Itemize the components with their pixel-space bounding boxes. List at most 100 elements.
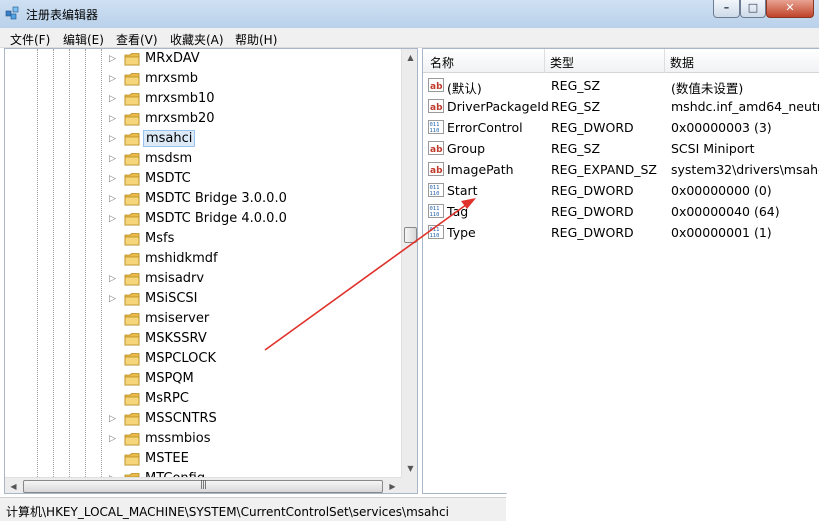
tree-item[interactable]: ▷ MSSCNTRS (5, 409, 401, 429)
binary-value-icon: 011110 (428, 120, 444, 134)
tree-horizontal-scrollbar[interactable]: ◀ ||| ▶ (5, 477, 401, 493)
tree-item[interactable]: MSPCLOCK (5, 349, 401, 369)
binary-value-icon: 011110 (428, 183, 444, 197)
tree-item[interactable]: ▷ mrxsmb (5, 69, 401, 89)
tree-item[interactable]: MSTEE (5, 449, 401, 469)
tree-item-label: MSDTC (145, 171, 191, 186)
tree-item[interactable]: mshidkmdf (5, 249, 401, 269)
svg-text:ab: ab (430, 166, 443, 176)
tree-horizontal-scroll-thumb[interactable]: ||| (23, 480, 383, 493)
value-row[interactable]: 011 110 Type REG_DWORD 0x00000001 (1) (423, 222, 819, 243)
tree-item-label: MSDTC Bridge 4.0.0.0 (145, 211, 287, 226)
menu-view[interactable]: 查看(V) (116, 31, 158, 48)
expand-arrow-icon[interactable]: ▷ (109, 114, 117, 124)
expand-arrow-icon[interactable]: ▷ (109, 94, 117, 104)
expand-arrow-icon[interactable]: ▷ (109, 54, 117, 64)
column-divider[interactable] (664, 49, 665, 73)
tree-item[interactable]: ▷ MSDTC Bridge 3.0.0.0 (5, 189, 401, 209)
expand-arrow-icon[interactable]: ▷ (109, 194, 117, 204)
expand-arrow-icon[interactable]: ▷ (109, 74, 117, 84)
expand-arrow-icon[interactable]: ▷ (109, 154, 117, 164)
svg-text:ab: ab (430, 82, 443, 92)
binary-value-icon: 011110 (428, 225, 444, 239)
column-divider[interactable] (544, 49, 545, 73)
tree-item[interactable]: MSKSSRV (5, 329, 401, 349)
value-row[interactable]: 011 110 Tag REG_DWORD 0x00000040 (64) (423, 201, 819, 222)
tree-item-label: mssmbios (145, 431, 211, 446)
value-name: Group (447, 141, 486, 156)
tree-item-label: MSPCLOCK (145, 351, 216, 366)
svg-text:110: 110 (430, 233, 440, 239)
expand-arrow-icon[interactable]: ▷ (109, 434, 117, 444)
value-type: REG_SZ (551, 99, 601, 114)
tree-vertical-scrollbar[interactable]: ▲ ▼ (401, 49, 417, 477)
tree-item[interactable]: ▷ msahci (5, 129, 401, 149)
registry-tree[interactable]: ▷ MRxDAV ▷ mrxsmb ▷ mrxsmb10 ▷ mrxsmb20 ▷ msahci ▷… (4, 48, 418, 494)
status-path: 计算机\HKEY_LOCAL_MACHINE\SYSTEM\CurrentCon… (6, 505, 449, 519)
close-button[interactable]: ✕ (766, 0, 814, 18)
value-type: REG_EXPAND_SZ (551, 162, 657, 177)
tree-item-label: msahci (143, 130, 196, 147)
tree-item-label: Msfs (145, 231, 175, 246)
column-header-name[interactable]: 名称 (430, 54, 454, 71)
string-value-icon: ab (428, 78, 444, 92)
expand-arrow-icon[interactable]: ▷ (109, 414, 117, 424)
tree-item[interactable]: ▷ mssmbios (5, 429, 401, 449)
value-row[interactable]: 011 110 ErrorControl REG_DWORD 0x00000003 (3… (423, 117, 819, 138)
tree-item[interactable]: MsRPC (5, 389, 401, 409)
tree-item[interactable]: ▷ MRxDAV (5, 49, 401, 69)
scroll-up-icon[interactable]: ▲ (402, 49, 417, 66)
expand-arrow-icon[interactable]: ▷ (109, 274, 117, 284)
tree-item-label: msisadrv (145, 271, 205, 286)
column-header-data[interactable]: 数据 (670, 54, 694, 71)
svg-text:110: 110 (430, 191, 440, 197)
column-header-type[interactable]: 类型 (550, 54, 574, 71)
tree-item-label: MRxDAV (145, 51, 200, 66)
tree-item[interactable]: Msfs (5, 229, 401, 249)
menu-help[interactable]: 帮助(H) (235, 31, 277, 48)
value-name: DriverPackageId (447, 99, 549, 114)
close-icon: ✕ (785, 1, 795, 14)
tree-item[interactable]: ▷ MSDTC (5, 169, 401, 189)
value-row[interactable]: ab ImagePath REG_EXPAND_SZ system32\drivers… (423, 159, 819, 180)
value-data: 0x00000000 (0) (671, 183, 772, 198)
tree-item[interactable]: ▷ mrxsmb10 (5, 89, 401, 109)
scroll-down-icon[interactable]: ▼ (402, 460, 417, 477)
tree-item[interactable]: ▷ mrxsmb20 (5, 109, 401, 129)
values-list[interactable]: 名称 类型 数据 ab (默认) REG_SZ (数值未设置) ab DriverPack… (422, 48, 819, 494)
tree-item[interactable]: ▷ msisadrv (5, 269, 401, 289)
value-name: Start (447, 183, 478, 198)
tree-item-label: mshidkmdf (145, 251, 218, 266)
folder-icon (124, 213, 140, 226)
tree-item-label: MSSCNTRS (145, 411, 217, 426)
folder-icon (124, 433, 140, 446)
value-row[interactable]: 011 110 Start REG_DWORD 0x00000000 (0) (423, 180, 819, 201)
list-header: 名称 类型 数据 (423, 49, 819, 73)
expand-arrow-icon[interactable]: ▷ (109, 294, 117, 304)
menu-edit[interactable]: 编辑(E) (63, 31, 104, 48)
value-type: REG_DWORD (551, 225, 634, 240)
expand-arrow-icon[interactable]: ▷ (109, 174, 117, 184)
value-row[interactable]: ab Group REG_SZ SCSI Miniport (423, 138, 819, 159)
menu-favorites[interactable]: 收藏夹(A) (170, 31, 224, 48)
tree-item[interactable]: ▷ MSiSCSI (5, 289, 401, 309)
menu-file[interactable]: 文件(F) (10, 31, 50, 48)
value-row[interactable]: ab DriverPackageId REG_SZ mshdc.inf_amd64_n… (423, 96, 819, 117)
tree-item[interactable]: ▷ MSDTC Bridge 4.0.0.0 (5, 209, 401, 229)
scroll-right-icon[interactable]: ▶ (384, 478, 401, 493)
value-row[interactable]: ab (默认) REG_SZ (数值未设置) (423, 75, 819, 96)
tree-vertical-scroll-thumb[interactable] (404, 227, 417, 243)
tree-item-label: msdsm (145, 151, 193, 166)
minimize-button[interactable]: – (713, 0, 740, 18)
expand-arrow-icon[interactable]: ▷ (109, 214, 117, 224)
expand-arrow-icon[interactable]: ▷ (109, 134, 117, 144)
tree-item[interactable]: ▷ msdsm (5, 149, 401, 169)
menu-bar: 文件(F) 编辑(E) 查看(V) 收藏夹(A) 帮助(H) (0, 28, 819, 48)
tree-item-label: mrxsmb20 (145, 111, 215, 126)
scroll-left-icon[interactable]: ◀ (5, 478, 22, 493)
tree-item[interactable]: msiserver (5, 309, 401, 329)
folder-icon (124, 273, 140, 286)
tree-item[interactable]: MSPQM (5, 369, 401, 389)
folder-icon (124, 193, 140, 206)
maximize-button[interactable]: □ (740, 0, 766, 18)
